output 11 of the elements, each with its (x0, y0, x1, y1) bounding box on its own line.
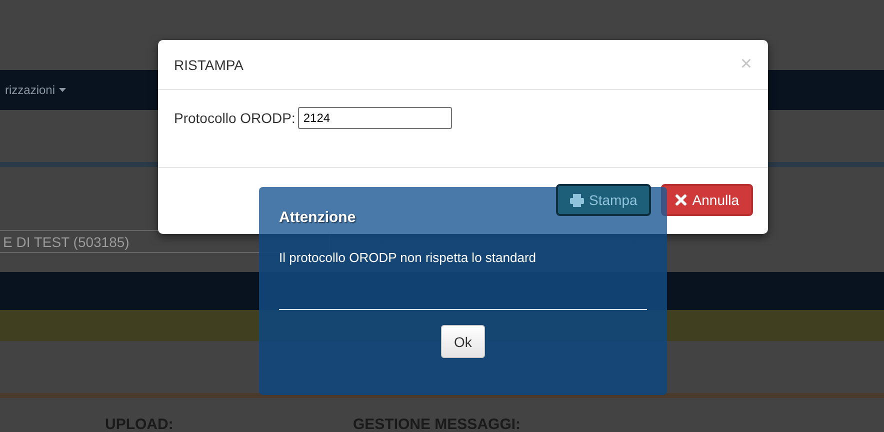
ok-button[interactable]: Ok (441, 325, 485, 358)
nav-menu[interactable]: rizzazioni (5, 83, 66, 97)
print-button[interactable]: Stampa (556, 184, 652, 216)
alert-title: Attenzione (279, 209, 356, 226)
input-field[interactable]: 2124 (298, 107, 452, 129)
dialog-title: RISTAMPA (174, 56, 244, 72)
field-label: Protocollo ORODP: (174, 109, 296, 128)
cancel-button[interactable]: Annulla (661, 184, 753, 216)
caret-icon (59, 88, 66, 92)
alert-message: Il protocollo ORODP non rispetta lo standard (279, 250, 538, 265)
close-icon (675, 194, 688, 206)
